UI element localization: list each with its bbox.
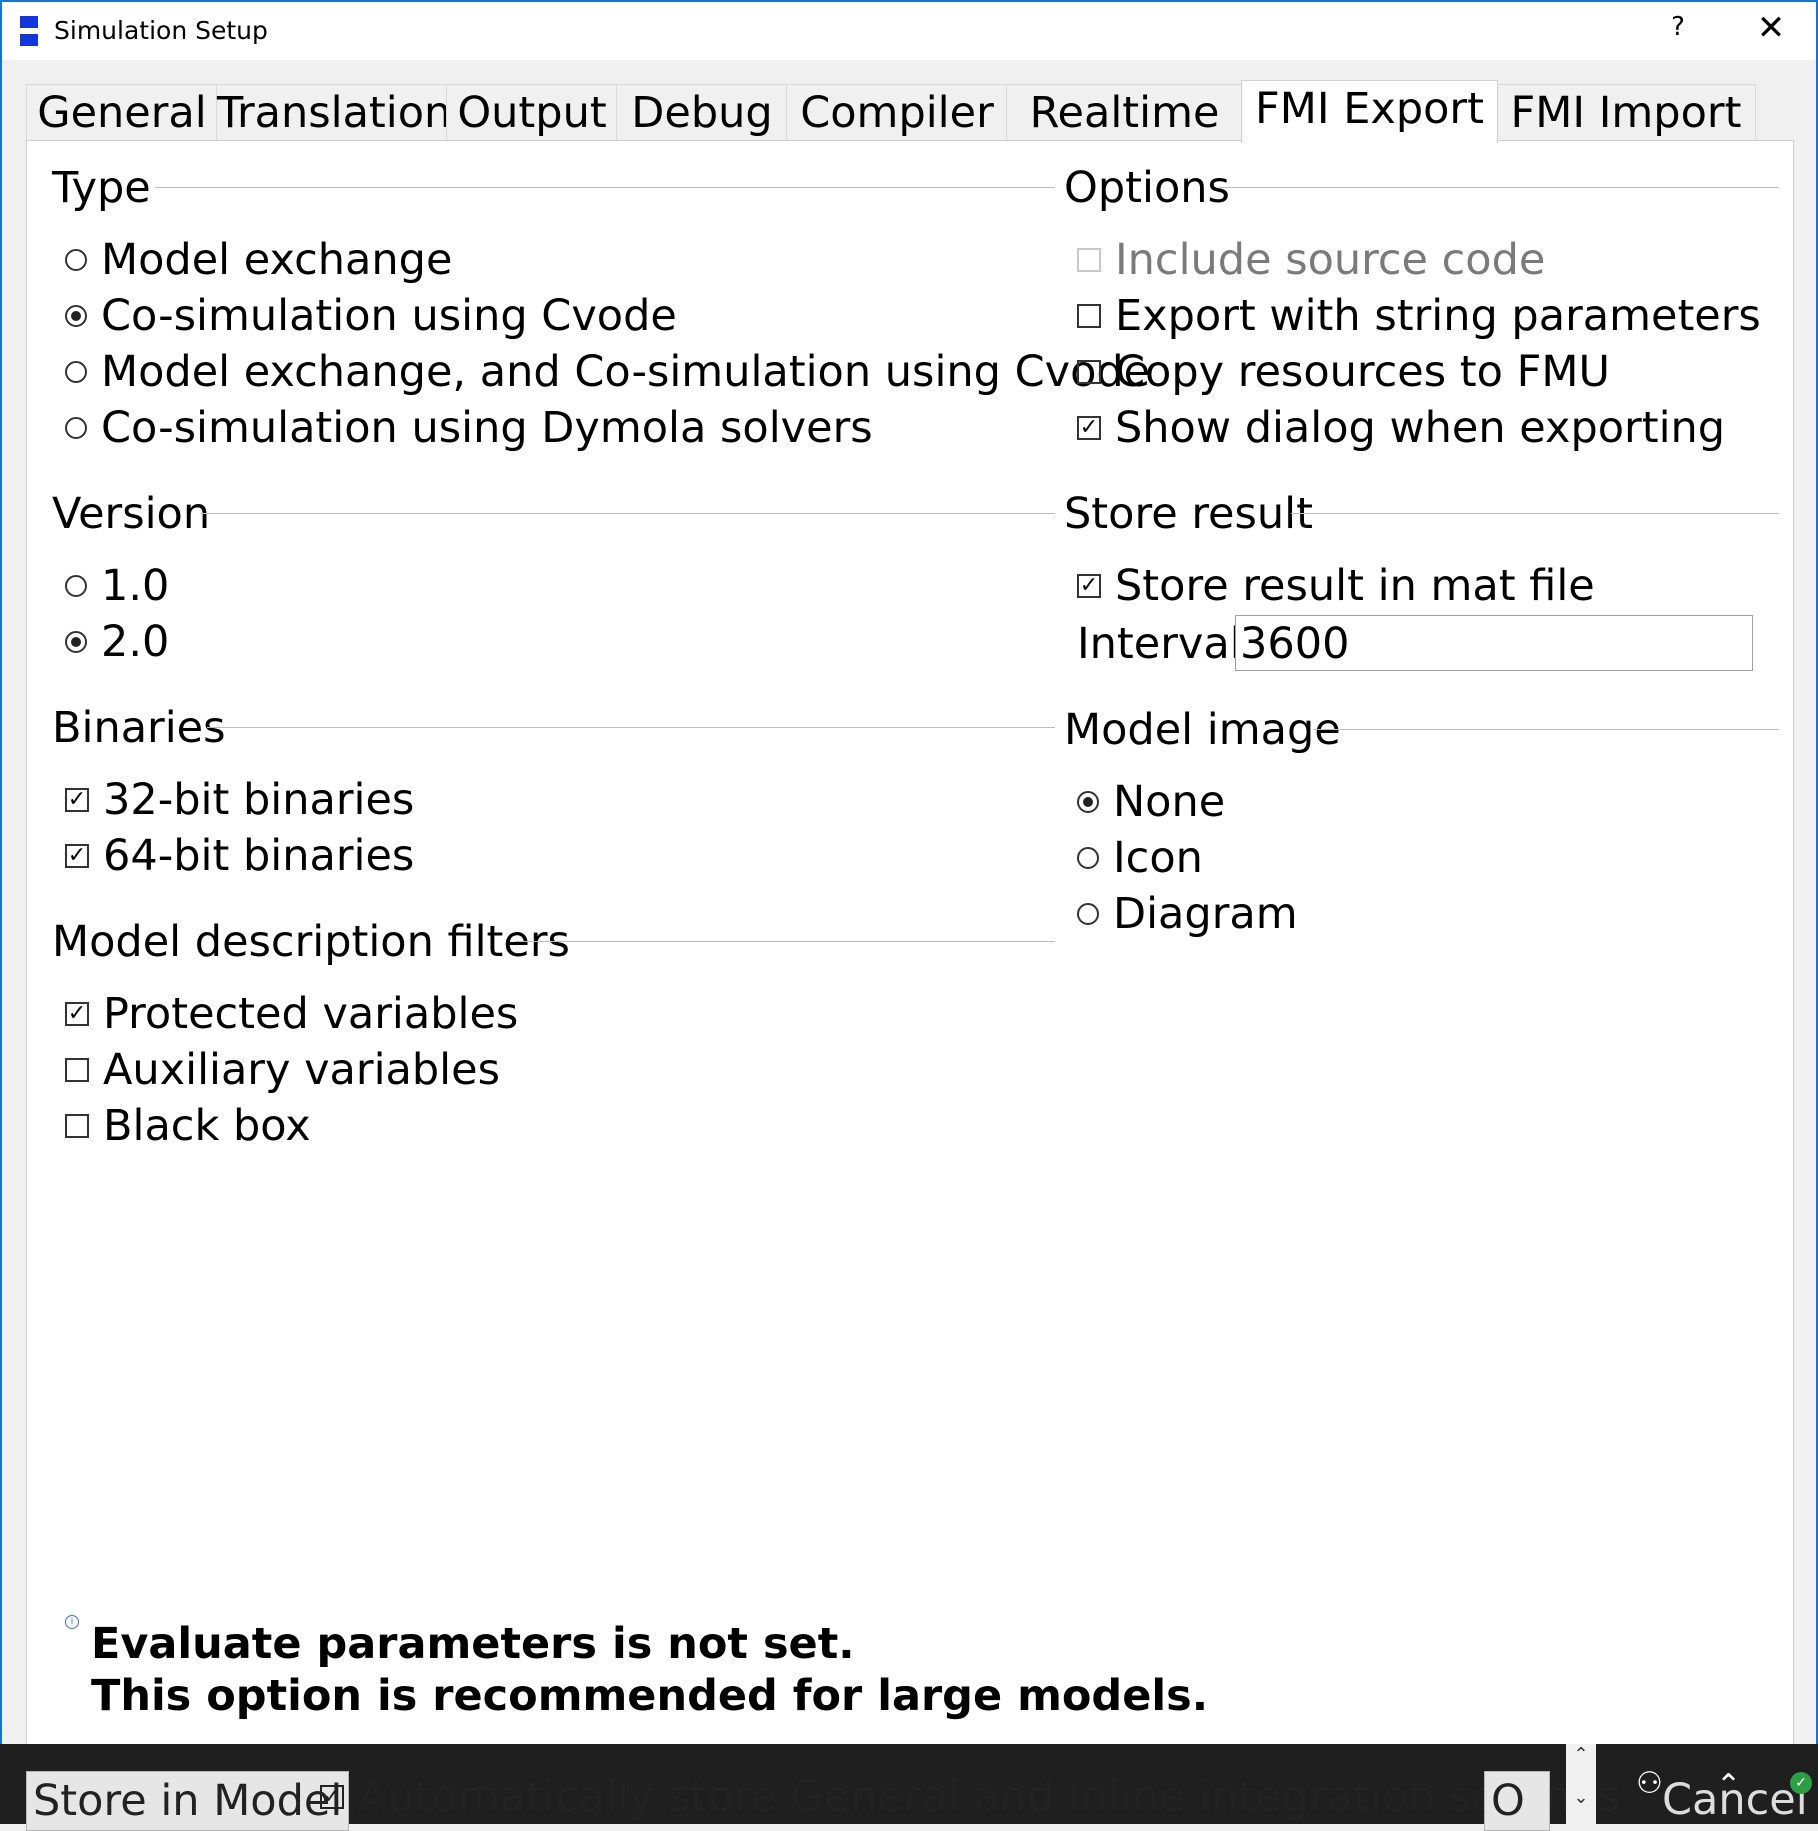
chevron-down-icon[interactable]: ⌄ (1566, 1787, 1596, 1808)
version-option-2-0[interactable]: 2.0 (65, 617, 169, 667)
filter-protected-variables[interactable]: ✓ Protected variables (65, 989, 518, 1039)
type-group-title: Type (52, 163, 151, 213)
scroll-widget[interactable]: ⌃ ⌄ (1566, 1744, 1596, 1824)
version-group-title: Version (52, 489, 211, 539)
radio-button[interactable] (65, 305, 87, 327)
type-option-cosim-dymola[interactable]: Co-simulation using Dymola solvers (65, 403, 873, 453)
filters-group-title: Model description filters (52, 917, 570, 967)
tray-expand-icon[interactable]: ⌃ (1716, 1768, 1741, 1803)
checkbox-checked[interactable]: ✓ (65, 788, 89, 812)
checkbox-checked[interactable]: ✓ (320, 1785, 344, 1809)
radio-button[interactable] (1077, 903, 1099, 925)
dymola-app-icon (20, 16, 38, 46)
tab-general[interactable]: General (26, 84, 218, 141)
filter-black-box[interactable]: Black box (65, 1101, 311, 1151)
option-copy-resources[interactable]: Copy resources to FMU (1077, 347, 1610, 397)
checkbox-unchecked[interactable] (65, 1114, 89, 1138)
checkbox-checked[interactable]: ✓ (65, 844, 89, 868)
model-image-icon[interactable]: Icon (1077, 833, 1203, 883)
model-image-diagram[interactable]: Diagram (1077, 889, 1298, 939)
radio-button[interactable] (65, 249, 87, 271)
info-icon: i (65, 1615, 79, 1629)
radio-button[interactable] (65, 361, 87, 383)
checkbox-unchecked[interactable] (1077, 360, 1101, 384)
close-button[interactable]: ✕ (1746, 8, 1796, 48)
option-export-string-parameters[interactable]: Export with string parameters (1077, 291, 1761, 341)
tab-compiler[interactable]: Compiler (786, 84, 1008, 141)
filters-group-line (515, 941, 1055, 942)
tab-fmi-export[interactable]: FMI Export (1241, 80, 1498, 143)
checkbox-unchecked[interactable] (1077, 304, 1101, 328)
binaries-group-title: Binaries (52, 703, 226, 753)
store-result-group-title: Store result (1064, 489, 1313, 539)
filter-auxiliary-variables[interactable]: Auxiliary variables (65, 1045, 500, 1095)
options-group-line (1219, 187, 1779, 188)
type-group-line (155, 187, 1055, 188)
tab-translation[interactable]: Translation (216, 84, 451, 141)
binaries-64bit-checkbox[interactable]: ✓ 64-bit binaries (65, 831, 414, 881)
model-image-group-line (1313, 729, 1779, 730)
tab-bar: General Translation Output Debug Compile… (26, 80, 1776, 143)
options-group-title: Options (1064, 163, 1230, 213)
fmi-export-pane: Type Model exchange Co-simulation using … (26, 140, 1794, 1746)
title-bar: Simulation Setup ? ✕ (2, 2, 1816, 60)
checkbox-disabled (1077, 248, 1101, 272)
option-show-dialog[interactable]: ✓ Show dialog when exporting (1077, 403, 1725, 453)
version-group-line (201, 513, 1055, 514)
dialog-window: Simulation Setup ? ✕ General Translation… (0, 0, 1818, 1824)
binaries-32bit-checkbox[interactable]: ✓ 32-bit binaries (65, 775, 414, 825)
radio-button[interactable] (65, 631, 87, 653)
chevron-up-icon[interactable]: ⌃ (1566, 1744, 1596, 1765)
auto-store-checkbox[interactable]: ✓ Automatically store General and Inline … (320, 1772, 1621, 1822)
checkbox-unchecked[interactable] (65, 1058, 89, 1082)
checkbox-checked[interactable]: ✓ (1077, 416, 1101, 440)
tab-debug[interactable]: Debug (616, 84, 788, 141)
type-option-model-exchange[interactable]: Model exchange (65, 235, 452, 285)
version-option-1-0[interactable]: 1.0 (65, 561, 169, 611)
model-image-none[interactable]: None (1077, 777, 1225, 827)
store-in-model-button[interactable]: Store in Model (26, 1771, 350, 1831)
ok-button[interactable]: O (1484, 1771, 1550, 1831)
help-button[interactable]: ? (1658, 12, 1698, 42)
taskbar: Store in Model ✓ Automatically store Gene… (0, 1744, 1818, 1831)
store-result-group-line (1291, 513, 1779, 514)
type-option-me-and-cosim[interactable]: Model exchange, and Co-simulation using … (65, 347, 1150, 397)
store-result-mat-checkbox[interactable]: ✓ Store result in mat file (1077, 561, 1595, 611)
radio-button[interactable] (65, 575, 87, 597)
message-line-2: This option is recommended for large mod… (91, 1671, 1209, 1721)
checkbox-checked[interactable]: ✓ (1077, 574, 1101, 598)
interval-input[interactable]: 3600 (1235, 615, 1753, 671)
interval-label: Interval (1077, 619, 1242, 669)
tab-output[interactable]: Output (446, 84, 618, 141)
tab-fmi-import[interactable]: FMI Import (1496, 84, 1756, 141)
binaries-group-line (207, 727, 1055, 728)
checkbox-checked[interactable]: ✓ (65, 1002, 89, 1026)
radio-button[interactable] (1077, 847, 1099, 869)
window-title: Simulation Setup (54, 16, 268, 45)
tab-realtime[interactable]: Realtime (1006, 84, 1243, 141)
message-line-1: Evaluate parameters is not set. (91, 1619, 855, 1669)
model-image-group-title: Model image (1064, 705, 1341, 755)
radio-button[interactable] (65, 417, 87, 439)
tray-status-icon[interactable]: ✓ (1790, 1772, 1812, 1794)
type-option-cosim-cvode[interactable]: Co-simulation using Cvode (65, 291, 677, 341)
option-include-source-code: Include source code (1077, 235, 1545, 285)
radio-button[interactable] (1077, 791, 1099, 813)
